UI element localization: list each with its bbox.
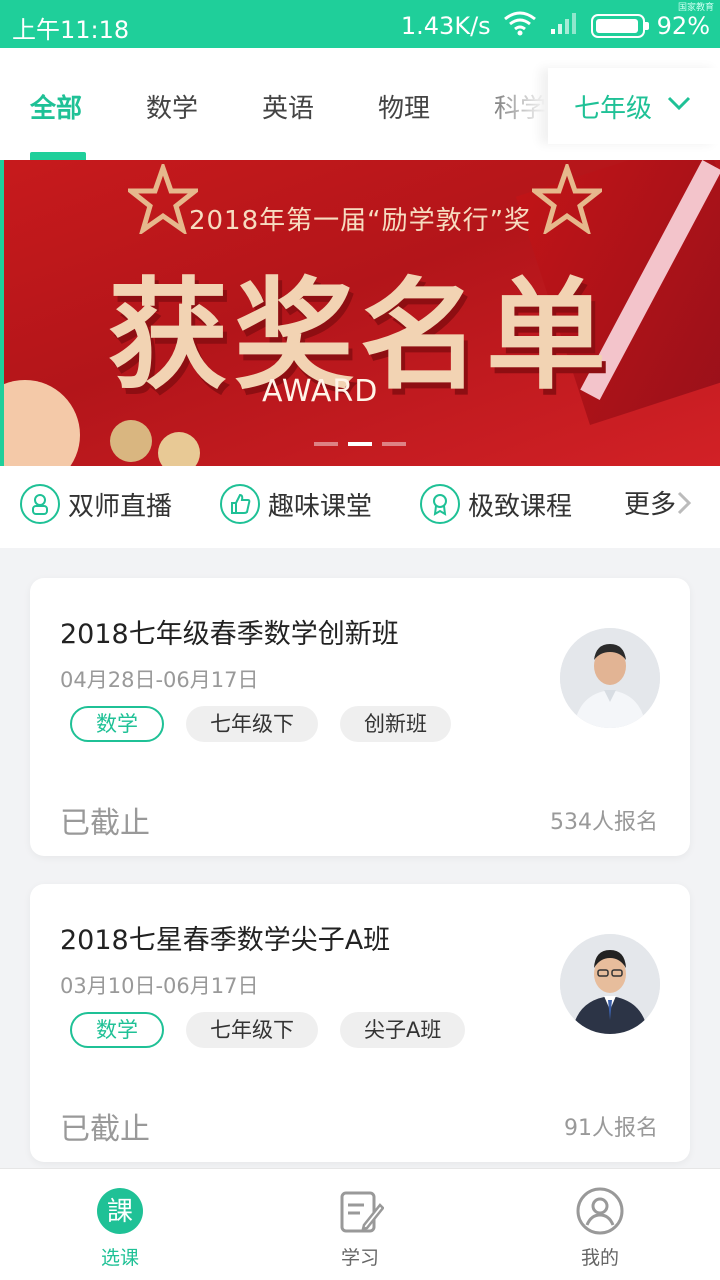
- tag-grade: 七年级下: [186, 706, 318, 742]
- course-tags: 数学 七年级下 创新班: [70, 706, 451, 742]
- nav-label: 我的: [580, 1247, 619, 1269]
- carousel-dots: [314, 442, 406, 446]
- bottom-nav: 課 选课 学习 我的: [0, 1168, 720, 1280]
- tag-subject: 数学: [70, 1012, 164, 1048]
- battery-icon: [590, 14, 649, 38]
- active-tab-indicator: [30, 152, 86, 160]
- tab-fade: [470, 68, 546, 144]
- carousel-dot[interactable]: [314, 442, 338, 446]
- medal-icon: [420, 484, 460, 524]
- tab-physics[interactable]: 物理: [378, 88, 430, 125]
- course-title: 2018七星春季数学尖子A班: [60, 925, 391, 956]
- category-label: 极致课程: [468, 491, 573, 522]
- course-date: 04月28日-06月17日: [60, 668, 259, 692]
- banner-subtitle: 2018年第一届“励学敦行”奖: [188, 206, 532, 236]
- wifi-icon: [503, 10, 537, 42]
- nav-profile[interactable]: 我的: [540, 1187, 660, 1270]
- status-right-group: 1.43K/s 92%: [401, 10, 710, 42]
- carousel-dot[interactable]: [382, 442, 406, 446]
- course-card[interactable]: 2018七星春季数学尖子A班 03月10日-06月17日 数学 七年级下 尖子A…: [30, 884, 690, 1162]
- ornament-ball: [158, 432, 200, 466]
- status-bar: 上午11:18 国家教育 1.43K/s 92%: [0, 0, 720, 48]
- course-title: 2018七年级春季数学创新班: [60, 619, 399, 650]
- course-icon: 課: [97, 1188, 143, 1234]
- course-date: 03月10日-06月17日: [60, 974, 259, 998]
- teacher-avatar: [560, 628, 660, 728]
- course-status: 已截止: [60, 806, 150, 841]
- category-label: 趣味课堂: [268, 491, 373, 522]
- chevron-right-icon: [677, 491, 692, 514]
- category-label: 双师直播: [68, 491, 173, 522]
- network-speed: 1.43K/s: [400, 12, 491, 40]
- grade-selector[interactable]: 七年级: [548, 68, 720, 144]
- nav-course-select[interactable]: 課 选课: [60, 1187, 180, 1270]
- battery-percent: 92%: [656, 12, 710, 40]
- user-icon: [576, 1187, 624, 1235]
- category-label: 更多: [624, 490, 677, 520]
- subject-tab-bar: 全部 数学 英语 物理 科学 七年级: [0, 48, 720, 160]
- course-status: 已截止: [60, 1112, 150, 1147]
- category-more[interactable]: 更多: [624, 484, 692, 521]
- tag-subject: 数学: [70, 706, 164, 742]
- grade-label: 七年级: [574, 94, 653, 124]
- tab-math[interactable]: 数学: [146, 88, 198, 125]
- tab-all[interactable]: 全部: [30, 88, 82, 125]
- teacher-avatar: [560, 934, 660, 1034]
- ornament-ball: [110, 420, 152, 462]
- tag-grade: 七年级下: [186, 1012, 318, 1048]
- thumbs-up-icon: [220, 484, 260, 524]
- chevron-down-icon: [667, 96, 691, 111]
- category-premium-course[interactable]: 极致课程: [420, 484, 572, 524]
- nav-label: 选课: [100, 1247, 139, 1269]
- category-fun-class[interactable]: 趣味课堂: [220, 484, 372, 524]
- signal-icon: [549, 11, 579, 41]
- banner-award-text: AWARD: [262, 374, 379, 409]
- course-card[interactable]: 2018七年级春季数学创新班 04月28日-06月17日 数学 七年级下 创新班…: [30, 578, 690, 856]
- tab-english[interactable]: 英语: [262, 88, 314, 125]
- tag-class-type: 创新班: [340, 706, 451, 742]
- notepad-edit-icon: [340, 1191, 385, 1233]
- category-dual-teacher-live[interactable]: 双师直播: [20, 484, 172, 524]
- status-time: 上午11:18: [12, 16, 130, 44]
- people-icon: [20, 484, 60, 524]
- tag-class-type: 尖子A班: [340, 1012, 466, 1048]
- course-tags: 数学 七年级下 尖子A班: [70, 1012, 466, 1048]
- carousel-dot-active[interactable]: [348, 442, 372, 446]
- svg-text:課: 課: [107, 1197, 133, 1227]
- nav-study[interactable]: 学习: [300, 1187, 420, 1270]
- category-shortcuts: 双师直播 趣味课堂 极致课程 更多: [0, 466, 720, 548]
- promo-banner[interactable]: 2018年第一届“励学敦行”奖 获奖名单 AWARD: [0, 160, 720, 466]
- enrollment-count: 534人报名: [550, 810, 658, 835]
- nav-label: 学习: [340, 1247, 379, 1269]
- enrollment-count: 91人报名: [564, 1116, 658, 1141]
